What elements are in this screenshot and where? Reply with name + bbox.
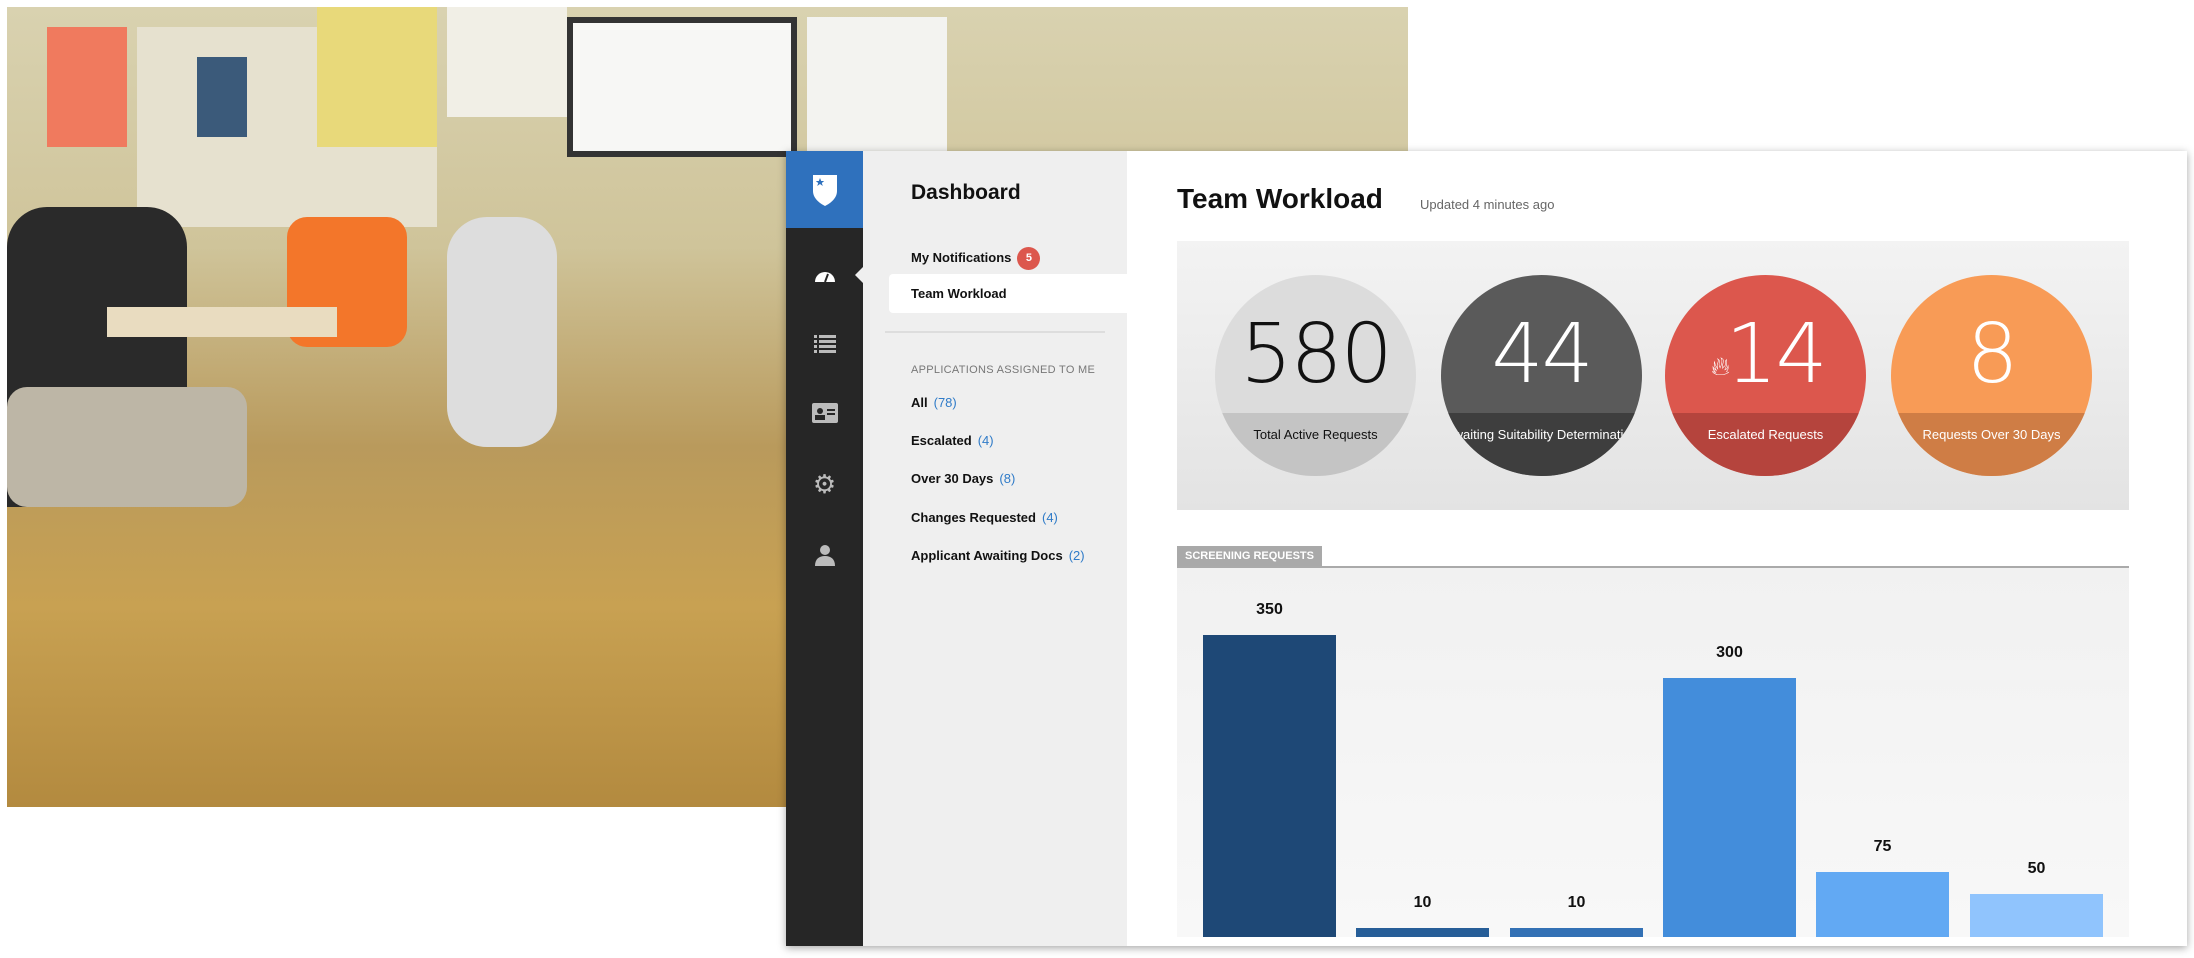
- nav-item-applicant-awaiting-docs[interactable]: Applicant Awaiting Docs (2): [911, 548, 1085, 563]
- stat-value: 44: [1491, 307, 1593, 402]
- icon-sidebar: ⚙: [786, 151, 863, 946]
- nav-item-label: All: [911, 395, 928, 410]
- screening-requests-chart: 350 10 10 300 75 50: [1177, 568, 2129, 937]
- list-icon[interactable]: [786, 324, 863, 364]
- bar[interactable]: [1203, 635, 1336, 937]
- stat-awaiting-suitability[interactable]: 44 Awaiting Suitability Determination: [1441, 275, 1642, 476]
- nav-item-escalated[interactable]: Escalated (4): [911, 433, 994, 448]
- bar[interactable]: [1510, 928, 1643, 937]
- dashboard-window: ⚙ Dashboard My Notifications 5 Team Workl…: [786, 151, 2187, 946]
- id-card-icon[interactable]: [786, 393, 863, 433]
- nav-item-count: (78): [933, 395, 957, 410]
- stats-panel: 580 Total Active Requests 44 Awaiting Su…: [1177, 241, 2129, 510]
- stat-label: Requests Over 30 Days: [1891, 413, 2092, 476]
- stat-value: 14: [1725, 307, 1827, 402]
- stat-label: Awaiting Suitability Determination: [1441, 413, 1642, 476]
- nav-item-count: (4): [1041, 510, 1058, 525]
- nav-item-count: (4): [977, 433, 994, 448]
- bar-value-label: 50: [2027, 859, 2046, 877]
- nav-section-label: APPLICATIONS ASSIGNED TO ME: [911, 364, 1096, 376]
- notification-badge: 5: [1017, 247, 1041, 270]
- updated-timestamp: Updated 4 minutes ago: [1420, 197, 1555, 212]
- nav-title: Dashboard: [911, 181, 1021, 204]
- nav-item-label: Escalated: [911, 433, 972, 448]
- bar[interactable]: [1356, 928, 1489, 937]
- stat-value: 580: [1240, 307, 1393, 402]
- gear-icon[interactable]: ⚙: [786, 464, 863, 504]
- nav-item-count: (8): [999, 471, 1016, 486]
- nav-item-changes-requested[interactable]: Changes Requested (4): [911, 510, 1058, 525]
- stat-total-active[interactable]: 580 Total Active Requests: [1215, 275, 1416, 476]
- bar-value-label: 10: [1567, 894, 1586, 912]
- nav-item-label: Changes Requested: [911, 510, 1036, 525]
- nav-divider: [885, 331, 1105, 333]
- stat-value: 8: [1966, 307, 2018, 402]
- bar-value-label: 300: [1716, 644, 1743, 662]
- nav-item-over-30-days[interactable]: Over 30 Days (8): [911, 471, 1015, 486]
- user-icon[interactable]: [786, 535, 863, 575]
- nav-item-all[interactable]: All (78): [911, 395, 957, 410]
- bar-value-label: 75: [1873, 838, 1892, 856]
- dashboard-gauge-icon[interactable]: [786, 255, 863, 295]
- nav-item-label: My Notifications: [911, 249, 1012, 265]
- stat-label: Escalated Requests: [1665, 413, 1866, 476]
- nav-item-label: Applicant Awaiting Docs: [911, 548, 1063, 563]
- screening-requests-tab[interactable]: SCREENING REQUESTS: [1177, 546, 1322, 567]
- nav-item-count: (2): [1068, 548, 1085, 563]
- bar[interactable]: [1816, 872, 1949, 937]
- nav-item-notifications[interactable]: My Notifications 5: [911, 247, 1041, 270]
- bar[interactable]: [1663, 678, 1796, 937]
- page-title: Team Workload: [1177, 183, 1383, 214]
- bar-value-label: 10: [1413, 894, 1432, 912]
- bar[interactable]: [1970, 893, 2103, 937]
- stat-label: Total Active Requests: [1215, 413, 1416, 476]
- shield-star-icon[interactable]: [786, 151, 863, 228]
- dashboard-nav: Dashboard My Notifications 5 Team Workloa…: [863, 151, 1127, 946]
- nav-item-label: Over 30 Days: [911, 471, 994, 486]
- stat-over-30-days[interactable]: 8 Requests Over 30 Days: [1891, 275, 2092, 476]
- stat-escalated[interactable]: 🔥︎ 14 Escalated Requests: [1665, 275, 1866, 476]
- bar-value-label: 350: [1256, 601, 1283, 618]
- nav-item-team-workload[interactable]: Team Workload: [911, 286, 1007, 301]
